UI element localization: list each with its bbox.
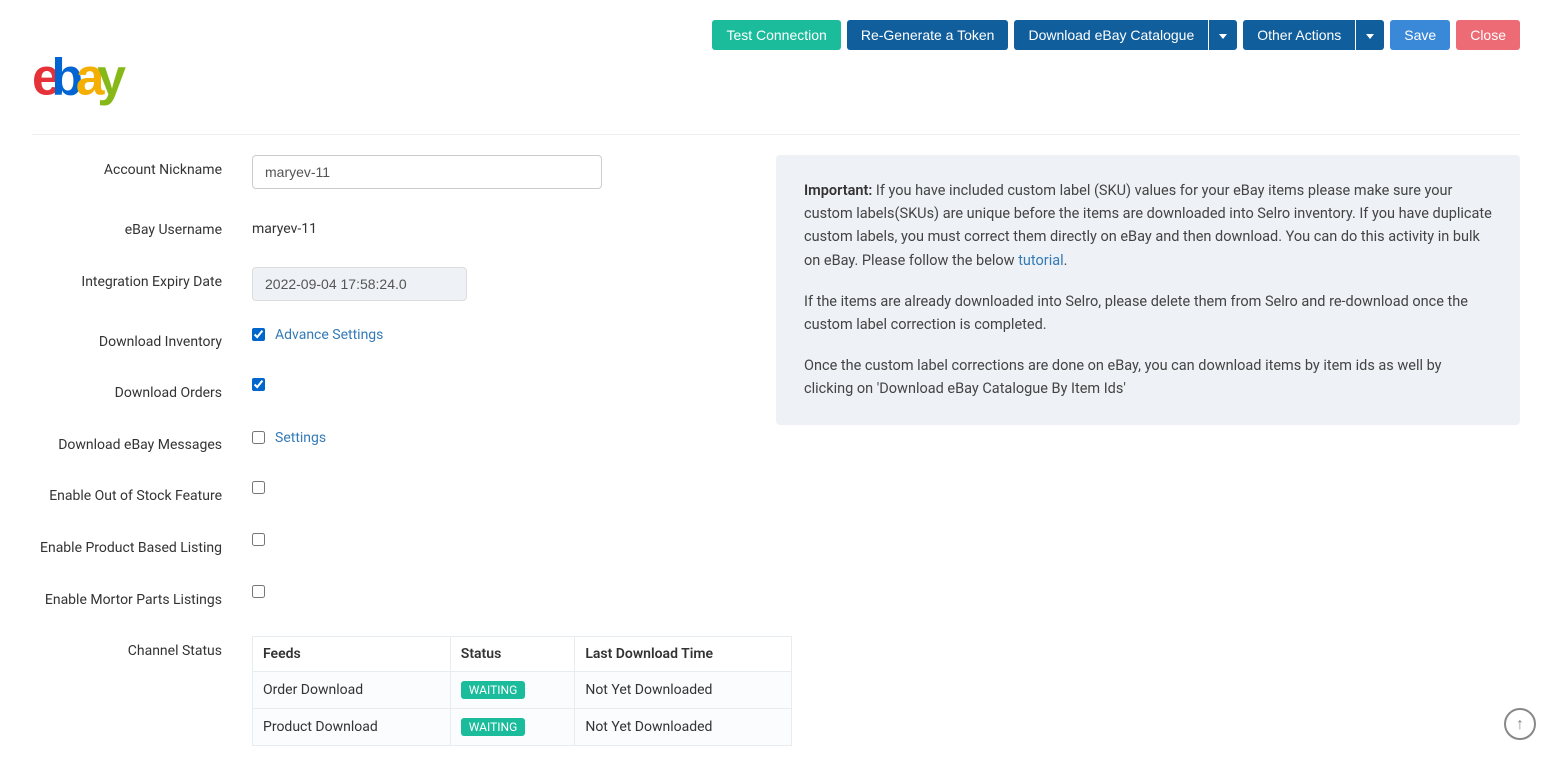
channel-status-label: Channel Status xyxy=(32,636,222,662)
important-info-box: Important: If you have included custom l… xyxy=(776,155,1520,425)
table-row: Order Download WAITING Not Yet Downloade… xyxy=(253,672,792,709)
download-inventory-label: Download Inventory xyxy=(32,327,222,353)
settings-form: Account Nickname eBay Username maryev-11… xyxy=(32,155,776,746)
expiry-date-input xyxy=(252,267,467,301)
close-button[interactable]: Close xyxy=(1456,20,1520,50)
account-nickname-input[interactable] xyxy=(252,155,602,189)
table-header-feeds: Feeds xyxy=(253,637,451,672)
expiry-date-label: Integration Expiry Date xyxy=(32,267,222,293)
messages-settings-link[interactable]: Settings xyxy=(275,430,326,446)
other-actions-split-button: Other Actions xyxy=(1243,20,1384,50)
account-nickname-label: Account Nickname xyxy=(32,155,222,181)
table-row: Product Download WAITING Not Yet Downloa… xyxy=(253,709,792,746)
download-messages-label: Download eBay Messages xyxy=(32,430,222,456)
download-catalogue-button[interactable]: Download eBay Catalogue xyxy=(1014,20,1208,50)
ebay-logo: ebay xyxy=(32,48,187,114)
download-inventory-checkbox[interactable] xyxy=(252,328,265,341)
status-badge: WAITING xyxy=(461,681,525,699)
table-header-last: Last Download Time xyxy=(575,637,792,672)
chevron-down-icon xyxy=(1219,34,1227,39)
svg-text:ebay: ebay xyxy=(32,48,126,106)
advance-settings-link[interactable]: Advance Settings xyxy=(275,327,383,343)
ebay-username-value: maryev-11 xyxy=(252,215,792,237)
tutorial-link[interactable]: tutorial xyxy=(1018,252,1063,269)
download-orders-checkbox[interactable] xyxy=(252,378,265,391)
save-button[interactable]: Save xyxy=(1390,20,1450,50)
info-period: . xyxy=(1064,252,1068,269)
product-based-checkbox[interactable] xyxy=(252,533,265,546)
scroll-to-top-button[interactable]: ↑ xyxy=(1504,708,1536,740)
product-based-label: Enable Product Based Listing xyxy=(32,533,222,559)
download-orders-label: Download Orders xyxy=(32,378,222,404)
last-download-cell: Not Yet Downloaded xyxy=(575,709,792,746)
download-catalogue-dropdown-toggle[interactable] xyxy=(1209,20,1237,50)
important-strong: Important: xyxy=(804,182,872,199)
download-catalogue-split-button: Download eBay Catalogue xyxy=(1014,20,1237,50)
info-para3: Once the custom label corrections are do… xyxy=(804,354,1492,400)
out-of-stock-label: Enable Out of Stock Feature xyxy=(32,481,222,507)
chevron-down-icon xyxy=(1366,34,1374,39)
table-header-status: Status xyxy=(450,637,575,672)
top-action-bar: Test Connection Re-Generate a Token Down… xyxy=(32,20,1520,50)
feed-cell: Product Download xyxy=(253,709,451,746)
regenerate-token-button[interactable]: Re-Generate a Token xyxy=(847,20,1009,50)
out-of-stock-checkbox[interactable] xyxy=(252,481,265,494)
info-para2: If the items are already downloaded into… xyxy=(804,290,1492,336)
other-actions-button[interactable]: Other Actions xyxy=(1243,20,1355,50)
last-download-cell: Not Yet Downloaded xyxy=(575,672,792,709)
ebay-logo-icon: ebay xyxy=(32,48,187,110)
feed-cell: Order Download xyxy=(253,672,451,709)
test-connection-button[interactable]: Test Connection xyxy=(712,20,840,50)
channel-status-table: Feeds Status Last Download Time Order Do… xyxy=(252,636,792,746)
arrow-up-icon: ↑ xyxy=(1516,714,1524,734)
download-messages-checkbox[interactable] xyxy=(252,431,265,444)
info-para1-text: If you have included custom label (SKU) … xyxy=(804,182,1492,269)
other-actions-dropdown-toggle[interactable] xyxy=(1356,20,1384,50)
status-badge: WAITING xyxy=(461,718,525,736)
motor-parts-label: Enable Mortor Parts Listings xyxy=(32,585,222,611)
ebay-username-label: eBay Username xyxy=(32,215,222,241)
motor-parts-checkbox[interactable] xyxy=(252,585,265,598)
